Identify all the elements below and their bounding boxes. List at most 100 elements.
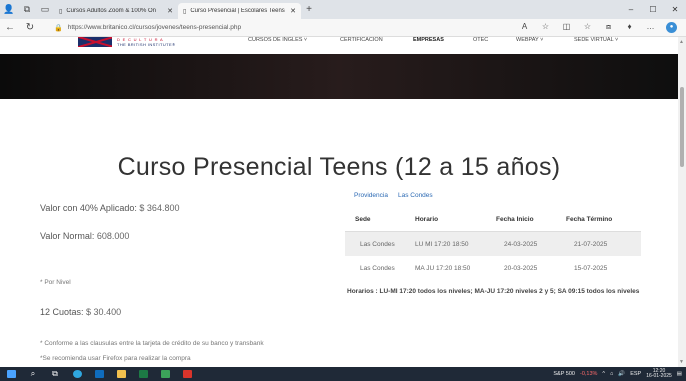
language-indicator[interactable]: ESP: [630, 371, 641, 377]
file-explorer-icon[interactable]: [110, 367, 132, 381]
copilot-icon[interactable]: ●: [666, 22, 677, 33]
system-tray: S&P 500 -0,13% ^ ⌂ 🔊 ESP 12:20 16-01-202…: [553, 367, 686, 381]
credit-card-note: * Conforme a las clausulas entre la tarj…: [40, 340, 264, 347]
scrollbar-thumb[interactable]: [680, 87, 684, 167]
more-icon[interactable]: …: [640, 22, 661, 33]
scroll-up-icon[interactable]: ▲: [679, 39, 684, 45]
firefox-note: *Se recomienda usar Firefox para realiza…: [40, 355, 191, 362]
schedule-note: Horarios : LU-MI 17:20 todos los niveles…: [347, 288, 640, 295]
url-field[interactable]: 🔒 https://www.britanico.cl/cursos/jovene…: [54, 21, 514, 35]
browser-tab-bar: 👤 ⧉ ▭ ▯ Cursos Adultos Zoom & 100% On ✕ …: [0, 0, 686, 19]
window-controls: – ☐ ✕: [620, 0, 686, 19]
network-icon[interactable]: ⌂: [610, 371, 613, 377]
table-row: Las Condes LU MI 17:20 18:50 24-03-2025 …: [345, 232, 641, 256]
price-label: Valor Normal:: [40, 231, 95, 241]
table-row: Las Condes MA JU 17:20 18:50 20-03-2025 …: [345, 256, 641, 280]
web-page: D E C U L T U R A THE BRITISH INSTITUTE®…: [0, 37, 678, 367]
site-logo[interactable]: D E C U L T U R A THE BRITISH INSTITUTE®: [117, 37, 176, 47]
menu-otec[interactable]: OTEC: [473, 37, 488, 43]
browser-tab-active[interactable]: ▯ Curso Presencial | Escolares Teens ✕: [178, 3, 301, 19]
header-sede: Sede: [355, 216, 371, 223]
union-jack-logo[interactable]: [78, 37, 112, 47]
lock-icon: 🔒: [54, 24, 63, 32]
favorite-star-icon[interactable]: ☆: [535, 22, 556, 33]
pdf-reader-icon[interactable]: [176, 367, 198, 381]
volume-icon[interactable]: 🔊: [618, 371, 625, 377]
menu-webpay[interactable]: WEBPAY ˅: [516, 37, 543, 43]
hero-banner: [0, 54, 678, 99]
minimize-button[interactable]: –: [620, 0, 642, 19]
profile-icon[interactable]: 👤: [0, 0, 18, 19]
tray-chevron-icon[interactable]: ^: [602, 371, 605, 377]
read-aloud-icon[interactable]: A: [514, 22, 535, 33]
installments-label: 12 Cuotas:: [40, 307, 84, 317]
maximize-button[interactable]: ☐: [642, 0, 664, 19]
refresh-icon[interactable]: ↻: [20, 22, 40, 33]
close-tab-icon[interactable]: ✕: [167, 7, 173, 15]
address-bar-row: ← ↻ 🔒 https://www.britanico.cl/cursos/jo…: [0, 19, 686, 37]
cell-fecha-termino: 15-07-2025: [574, 264, 608, 272]
menu-certificacion[interactable]: CERTIFICACION: [340, 37, 383, 43]
outlook-icon[interactable]: [88, 367, 110, 381]
browser-toolbar: A ☆ ◫ ☆ ⧈ ♦ … ●: [514, 22, 682, 33]
favorites-icon[interactable]: ☆: [577, 22, 598, 33]
cell-fecha-termino: 21-07-2025: [574, 240, 608, 248]
scroll-down-icon[interactable]: ▼: [679, 359, 684, 365]
collections-icon[interactable]: ⧈: [598, 22, 619, 33]
cell-fecha-inicio: 24-03-2025: [504, 240, 538, 248]
search-icon[interactable]: ⌕: [22, 367, 44, 381]
url-text: https://www.britanico.cl/cursos/jovenes/…: [67, 24, 242, 31]
split-screen-icon[interactable]: ◫: [556, 22, 577, 33]
price-value: $ 364.800: [139, 203, 180, 213]
site-header: D E C U L T U R A THE BRITISH INSTITUTE®…: [0, 37, 678, 47]
logo-line: THE BRITISH INSTITUTE®: [117, 41, 176, 47]
cell-horario: MA JU 17:20 18:50: [415, 264, 471, 272]
table-header: Sede Horario Fecha Inicio Fecha Término: [345, 208, 641, 232]
header-fecha-inicio: Fecha Inicio: [496, 216, 534, 223]
close-tab-icon[interactable]: ✕: [290, 7, 296, 15]
tab-title: Curso Presencial | Escolares Teens: [190, 8, 285, 14]
new-tab-button[interactable]: +: [301, 4, 317, 15]
notifications-icon[interactable]: ▤: [677, 371, 682, 377]
installments: 12 Cuotas: $ 30.400: [40, 307, 121, 317]
tab-actions-icon[interactable]: ▭: [36, 0, 54, 19]
clock-date: 16-01-2025: [646, 373, 672, 379]
price-value: 608.000: [96, 231, 130, 241]
price-discounted: Valor con 40% Aplicado: $ 364.800: [40, 203, 179, 213]
stock-change: -0,13%: [579, 371, 598, 377]
excel-icon[interactable]: [132, 367, 154, 381]
browser-tab[interactable]: ▯ Cursos Adultos Zoom & 100% On ✕: [54, 3, 178, 19]
taskbar: ⌕ ⧉ S&P 500 -0,13% ^ ⌂ 🔊 ESP 12:20 16-01…: [0, 367, 686, 381]
tab-title: Cursos Adultos Zoom & 100% On: [66, 8, 157, 14]
price-normal: Valor Normal: 608.000: [40, 231, 129, 241]
cell-horario: LU MI 17:20 18:50: [415, 240, 469, 248]
page-title: Curso Presencial Teens (12 a 15 años): [117, 153, 561, 181]
header-horario: Horario: [415, 216, 439, 223]
location-tabs: Providencia Las Condes: [354, 192, 433, 199]
cell-fecha-inicio: 20-03-2025: [504, 264, 538, 272]
tab-las-condes[interactable]: Las Condes: [398, 192, 433, 199]
page-icon: ▯: [59, 8, 63, 15]
schedule-table: Sede Horario Fecha Inicio Fecha Término …: [345, 208, 641, 280]
per-level-note: * Por Nivel: [40, 279, 71, 286]
app-icon[interactable]: [154, 367, 176, 381]
header-fecha-termino: Fecha Término: [566, 216, 613, 223]
edge-browser-icon[interactable]: [66, 367, 88, 381]
windows-start-icon[interactable]: [0, 367, 22, 381]
tab-providencia[interactable]: Providencia: [354, 192, 388, 199]
clock[interactable]: 12:20 16-01-2025: [646, 368, 672, 380]
task-view-icon[interactable]: ⧉: [44, 367, 66, 381]
workspaces-icon[interactable]: ⧉: [18, 0, 36, 19]
menu-cursos[interactable]: CURSOS DE INGLES ˅: [248, 37, 307, 43]
page-scrollbar[interactable]: ▲ ▼: [678, 37, 686, 367]
stock-name[interactable]: S&P 500: [553, 371, 575, 377]
price-label: Valor con 40% Aplicado:: [40, 203, 137, 213]
menu-empresas[interactable]: EMPRESAS: [413, 37, 444, 43]
cell-sede: Las Condes: [360, 264, 395, 272]
close-window-button[interactable]: ✕: [664, 0, 686, 19]
extensions-icon[interactable]: ♦: [619, 22, 640, 33]
page-icon: ▯: [183, 8, 187, 15]
cell-sede: Las Condes: [360, 240, 395, 248]
back-arrow-icon[interactable]: ←: [0, 22, 20, 33]
menu-sede-virtual[interactable]: SEDE VIRTUAL ˅: [574, 37, 618, 43]
